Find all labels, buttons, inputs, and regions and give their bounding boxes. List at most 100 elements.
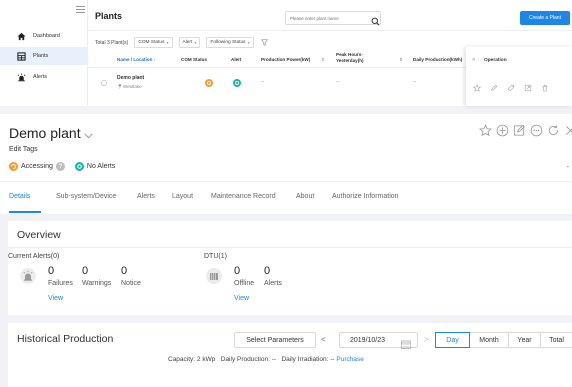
column-header-production-power[interactable]: Production Power(kW) [261, 57, 310, 62]
previous-date-button[interactable]: < [321, 335, 326, 344]
column-header-name[interactable]: Name / Location ↑ [117, 57, 156, 62]
sidebar: Dashboard Plants Alerts [0, 0, 88, 106]
filter-funnel-icon[interactable] [260, 39, 268, 46]
plant-count: Total 3 Plant(s) [95, 39, 129, 46]
search-icon[interactable] [371, 13, 381, 26]
active-tab-indicator [9, 211, 41, 213]
alert-status-label: No Alerts [86, 163, 116, 170]
select-parameters-button[interactable]: Select Parameters [234, 332, 316, 348]
help-icon[interactable]: ? [55, 162, 65, 171]
daily-production-value: -- [413, 79, 417, 85]
no-alerts-icon [74, 162, 84, 171]
sidebar-item-alerts[interactable]: Alerts [0, 68, 88, 86]
operation-panel: » Operation [466, 47, 572, 106]
chevron-down-icon[interactable] [83, 128, 94, 139]
add-circle-icon[interactable] [496, 124, 509, 137]
refresh-icon[interactable] [547, 124, 560, 137]
tab-details[interactable]: Details [9, 193, 30, 200]
divider [8, 247, 572, 248]
purchase-link[interactable]: Purchase [336, 356, 363, 363]
tab-about[interactable]: About [296, 193, 314, 200]
daily-irradiation-value: Daily Irradiation: -- [281, 356, 335, 363]
tab-alerts[interactable]: Alerts [137, 193, 155, 200]
failures-label: Failures [48, 280, 73, 287]
dtu-label: DTU(1) [204, 253, 227, 260]
next-date-button[interactable]: > [424, 335, 429, 344]
star-icon[interactable] [472, 79, 482, 92]
page-title: Plants [95, 11, 123, 21]
plant-name-link[interactable]: Demo plant [117, 75, 144, 81]
range-year-button[interactable]: Year [508, 332, 541, 348]
app-root: Dashboard Plants Alerts Plants Create [0, 0, 572, 387]
current-alerts-label: Current Alerts(0) [8, 253, 60, 260]
tab-subsystem-device[interactable]: Sub-system/Device [56, 193, 116, 200]
following-status-filter[interactable]: Following Status ▾ [206, 37, 254, 48]
alerts-view-link[interactable]: View [48, 295, 63, 302]
chevron-down-icon: ▾ [194, 40, 197, 45]
range-total-button[interactable]: Total [540, 332, 572, 348]
column-header-com-status: COM Status [181, 57, 208, 62]
plant-detail-panel: Demo plant Edit Tags Accessing ? No Aler… [0, 114, 572, 387]
row-select-radio[interactable] [101, 80, 107, 86]
column-header-daily-production[interactable]: Daily Production(kWh) [413, 57, 462, 62]
menu-collapse-icon[interactable] [76, 6, 85, 13]
sort-icon[interactable]: ⇕ [399, 57, 403, 63]
share-icon[interactable] [524, 79, 532, 92]
dtu-alerts-count: 0 [264, 265, 271, 277]
plant-search-input[interactable] [285, 11, 381, 25]
warnings-label: Warnings [82, 280, 112, 287]
sidebar-item-dashboard[interactable]: Dashboard [0, 27, 88, 45]
dtu-view-link[interactable]: View [234, 295, 249, 302]
sidebar-item-label: Dashboard [33, 33, 60, 39]
section-title: Historical Production [17, 333, 114, 345]
operation-icons [472, 79, 549, 92]
plants-icon [16, 51, 26, 61]
alert-status-indicator [233, 79, 241, 87]
close-icon[interactable] [564, 124, 572, 137]
warnings-count: 0 [82, 265, 89, 277]
alert-siren-icon [20, 268, 36, 284]
tab-maintenance-record[interactable]: Maintenance Record [211, 193, 276, 200]
chevron-down-icon: ▾ [166, 40, 169, 45]
edit-icon[interactable] [490, 79, 498, 91]
filter-label: COM Status [138, 40, 165, 45]
column-header-peak-hours[interactable]: Peak Hours-Yesterday(h) [336, 52, 382, 63]
filter-bar: Total 3 Plant(s) COM Status ▾ Alert ▾ Foll… [95, 37, 268, 48]
filter-label: Following Status [210, 40, 246, 45]
tag-icon[interactable] [507, 79, 515, 92]
more-icon[interactable] [530, 124, 543, 137]
plant-header: Demo plant Edit Tags Accessing ? No Aler… [0, 114, 572, 181]
section-title: Overview [17, 229, 61, 241]
edit-square-icon[interactable] [513, 124, 526, 137]
star-icon[interactable] [478, 124, 493, 137]
filter-label: Alert [182, 40, 193, 45]
production-stats: Capacity: 2 kWp Daily Production: -- Dai… [168, 356, 364, 363]
alert-siren-icon [16, 72, 26, 82]
operation-header: Operation [484, 58, 507, 63]
calendar-icon[interactable] [401, 336, 411, 349]
alert-filter[interactable]: Alert ▾ [178, 37, 201, 48]
edit-tags-link[interactable]: Edit Tags [9, 146, 38, 153]
sidebar-item-label: Alerts [33, 74, 48, 80]
sidebar-item-plants[interactable]: Plants [0, 47, 88, 65]
delete-icon[interactable] [541, 79, 549, 92]
range-month-button[interactable]: Month [469, 332, 509, 348]
daily-production-value: Daily Production: -- [220, 356, 277, 363]
offline-count: 0 [234, 265, 241, 277]
plant-title: Demo plant [9, 125, 81, 141]
failures-count: 0 [48, 265, 55, 277]
create-plant-button[interactable]: Create a Plant [520, 11, 570, 25]
tab-authorize-information[interactable]: Authorize Information [332, 193, 399, 200]
notice-label: Notice [121, 280, 141, 287]
plant-list-page: Dashboard Plants Alerts Plants Create [0, 0, 572, 106]
capacity-value: Capacity: 2 kWp [168, 356, 216, 363]
plant-list-main: Plants Create a Plant Total 3 Plant(s) C… [89, 0, 572, 106]
com-status-filter[interactable]: COM Status ▾ [134, 37, 173, 48]
range-day-button[interactable]: Day [435, 332, 470, 348]
sort-icon[interactable]: ⇕ [321, 57, 325, 63]
accessing-status-label: Accessing [21, 163, 53, 170]
divider [89, 30, 572, 31]
offline-label: Offline [234, 280, 255, 287]
tab-layout[interactable]: Layout [172, 193, 193, 200]
double-chevron-icon[interactable]: » [472, 57, 475, 63]
